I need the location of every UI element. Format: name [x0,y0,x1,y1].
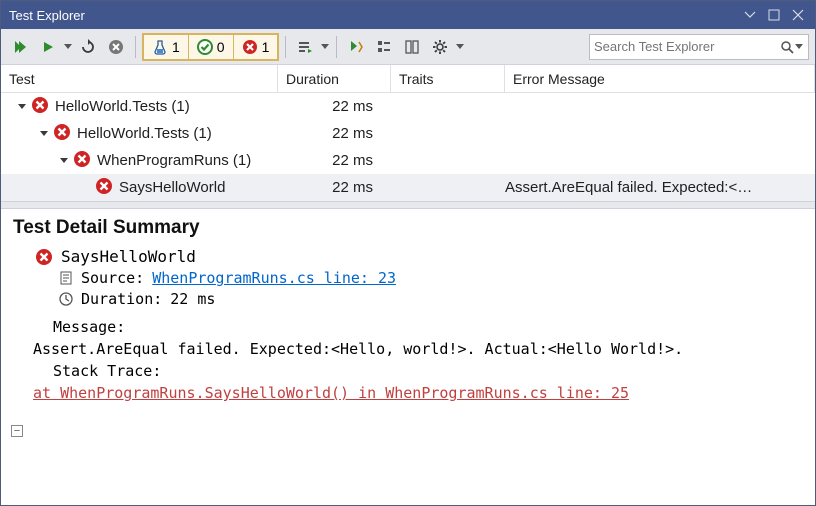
tree-row-duration: 22 ms [278,98,391,115]
duration-label: Duration: [81,290,162,308]
playlist-button[interactable] [292,34,318,60]
counter-failed[interactable]: 1 [234,35,278,59]
title-bar: Test Explorer [1,1,815,29]
test-counters: 1 0 1 [142,33,279,61]
separator [336,36,337,58]
playlist-dropdown[interactable] [320,44,330,50]
settings-button[interactable] [427,34,453,60]
tree-row[interactable]: HelloWorld.Tests (1) 22 ms [1,120,815,147]
column-headers: Test Duration Traits Error Message [1,65,815,93]
tree-row-error: Assert.AreEqual failed. Expected:<… [505,179,815,196]
fail-icon [35,248,53,266]
search-dropdown[interactable] [794,44,804,50]
tree-row-name: HelloWorld.Tests (1) [77,125,212,142]
tree-row-duration: 22 ms [278,125,391,142]
window-title: Test Explorer [7,8,737,23]
tree-row-name: HelloWorld.Tests (1) [55,98,190,115]
col-error[interactable]: Error Message [505,65,815,92]
stop-button[interactable] [103,34,129,60]
message-label: Message: [53,318,803,336]
run-after-build-button[interactable] [343,34,369,60]
collapse-icon[interactable]: − [11,425,23,437]
source-icon [59,271,73,285]
counter-total[interactable]: 1 [144,35,189,59]
tree-row[interactable]: WhenProgramRuns (1) 22 ms [1,147,815,174]
expander-icon[interactable] [15,100,29,114]
splitter[interactable] [1,201,815,209]
flask-icon [152,39,168,55]
expander-icon[interactable] [37,127,51,141]
repeat-button[interactable] [75,34,101,60]
tree-row[interactable]: HelloWorld.Tests (1) 22 ms [1,93,815,120]
fail-icon [73,150,91,172]
tree-row-duration: 22 ms [278,152,391,169]
run-all-button[interactable] [7,34,33,60]
fail-icon [242,39,258,55]
settings-dropdown[interactable] [455,44,465,50]
source-link[interactable]: WhenProgramRuns.cs line: 23 [152,269,396,287]
clock-icon [59,292,73,306]
col-test[interactable]: Test [1,65,278,92]
counter-total-value: 1 [172,39,180,55]
search-icon [780,40,794,54]
view-button[interactable] [399,34,425,60]
toolbar: 1 0 1 [1,29,815,65]
separator [135,36,136,58]
group-by-button[interactable] [371,34,397,60]
counter-failed-value: 1 [262,39,270,55]
expander-icon[interactable] [57,154,71,168]
source-label: Source: [81,269,144,287]
search-input[interactable] [594,39,780,54]
tree-row-name: WhenProgramRuns (1) [97,152,251,169]
tree-row-name: SaysHelloWorld [119,179,225,196]
close-icon[interactable] [787,4,809,26]
col-traits[interactable]: Traits [391,65,505,92]
tree-row-duration: 22 ms [278,179,391,196]
message-text: Assert.AreEqual failed. Expected:<Hello,… [33,340,803,358]
fail-icon [95,177,113,199]
search-box[interactable] [589,34,809,60]
stack-trace-link[interactable]: at WhenProgramRuns.SaysHelloWorld() in W… [33,384,629,402]
detail-test-name: SaysHelloWorld [61,247,196,266]
duration-value: 22 ms [170,290,215,308]
separator [285,36,286,58]
test-detail: Test Detail Summary SaysHelloWorld Sourc… [1,209,815,414]
expander-icon[interactable] [79,181,93,195]
window-menu-icon[interactable] [739,4,761,26]
maximize-icon[interactable] [763,4,785,26]
tree-row[interactable]: SaysHelloWorld 22 ms Assert.AreEqual faile… [1,174,815,201]
fail-icon [31,96,49,118]
counter-passed[interactable]: 0 [189,35,234,59]
counter-passed-value: 0 [217,39,225,55]
pass-icon [197,39,213,55]
run-dropdown[interactable] [63,44,73,50]
stack-label: Stack Trace: [53,362,803,380]
fail-icon [53,123,71,145]
run-button[interactable] [35,34,61,60]
col-duration[interactable]: Duration [278,65,391,92]
detail-heading: Test Detail Summary [13,217,803,239]
test-tree: HelloWorld.Tests (1)22 msHelloWorld.Test… [1,93,815,201]
